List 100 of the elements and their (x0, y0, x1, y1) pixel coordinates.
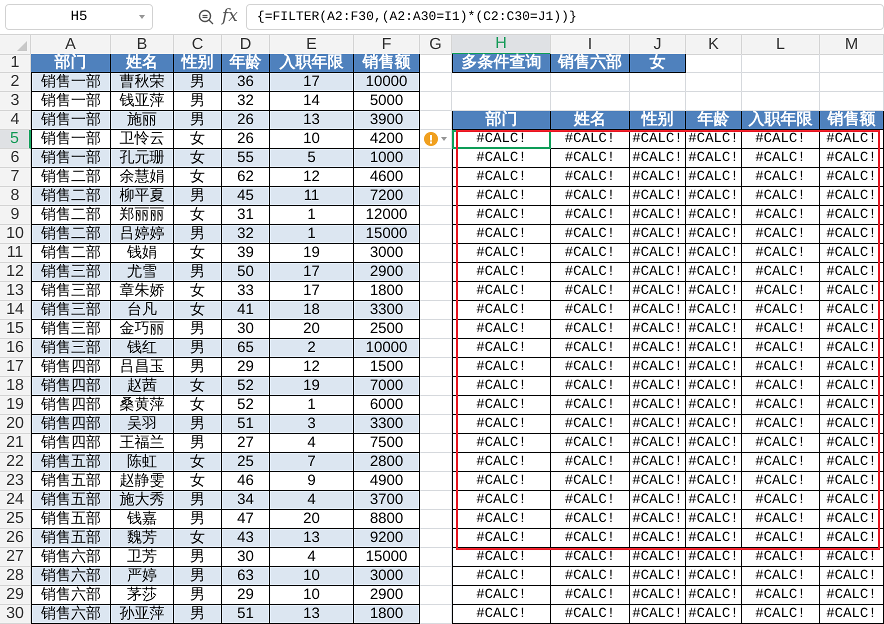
table-cell: 2900 (354, 586, 420, 605)
row-number[interactable]: 12 (0, 263, 31, 282)
table-cell: 王福兰 (111, 434, 174, 453)
row-number[interactable]: 29 (0, 586, 31, 605)
table-cell: 1800 (354, 605, 420, 624)
row-number[interactable]: 28 (0, 567, 31, 586)
column-header[interactable]: K (686, 35, 742, 55)
row-number[interactable]: 23 (0, 472, 31, 491)
row-number[interactable]: 6 (0, 149, 31, 168)
table-cell: #CALC! (452, 149, 551, 168)
row-number[interactable]: 19 (0, 396, 31, 415)
row-number[interactable]: 24 (0, 491, 31, 510)
table-cell: 男 (174, 434, 222, 453)
warning-icon[interactable] (424, 132, 438, 146)
table-cell: #CALC! (742, 206, 820, 225)
table-cell: #CALC! (630, 320, 686, 339)
table-cell: 10000 (354, 73, 420, 92)
column-header[interactable]: A (31, 35, 111, 55)
table-cell: #CALC! (686, 586, 742, 605)
row-number[interactable]: 22 (0, 453, 31, 472)
row-number[interactable]: 18 (0, 377, 31, 396)
table-cell: #CALC! (742, 301, 820, 320)
column-header[interactable]: I (551, 35, 630, 55)
table-cell: #CALC! (686, 415, 742, 434)
table-cell: 钱亚萍 (111, 92, 174, 111)
function-label[interactable]: fx (222, 4, 238, 30)
dropdown-caret-icon[interactable] (139, 15, 145, 19)
table-cell: #CALC! (820, 206, 884, 225)
table-cell: #CALC! (551, 586, 630, 605)
zoom-icon[interactable] (198, 9, 214, 25)
column-header[interactable]: F (354, 35, 420, 55)
row-number[interactable]: 25 (0, 510, 31, 529)
row-number[interactable]: 11 (0, 244, 31, 263)
table-cell: 销售二部 (31, 168, 111, 187)
column-header[interactable]: G (420, 35, 452, 55)
table-cell: 27 (222, 434, 270, 453)
table-cell: #CALC! (742, 377, 820, 396)
row-number[interactable]: 20 (0, 415, 31, 434)
table-cell: 余慧娟 (111, 168, 174, 187)
table-cell: 卫芳 (111, 548, 174, 567)
row-number[interactable]: 9 (0, 206, 31, 225)
table-cell: 9200 (354, 529, 420, 548)
table-cell: 销售四部 (31, 377, 111, 396)
table-cell: 52 (222, 396, 270, 415)
table-cell: 32 (222, 92, 270, 111)
column-header[interactable]: J (630, 35, 686, 55)
column-header[interactable]: M (820, 35, 884, 55)
table-cell: #CALC! (686, 301, 742, 320)
row-number[interactable]: 10 (0, 225, 31, 244)
table-cell: 1500 (354, 358, 420, 377)
name-box[interactable]: H5 (5, 4, 153, 30)
formula-input[interactable]: {=FILTER(A2:F30,(A2:A30=I1)*(C2:C30=J1))} (246, 4, 884, 30)
row-number[interactable]: 16 (0, 339, 31, 358)
row-number[interactable]: 8 (0, 187, 31, 206)
row-number[interactable]: 26 (0, 529, 31, 548)
table-cell: 销售一部 (31, 111, 111, 130)
column-header-cell: 年龄 (222, 54, 270, 73)
row-number[interactable]: 1 (0, 54, 31, 73)
row-number[interactable]: 14 (0, 301, 31, 320)
table-cell: #CALC! (452, 358, 551, 377)
column-header[interactable]: D (222, 35, 270, 55)
row-number[interactable]: 30 (0, 605, 31, 624)
table-cell: #CALC! (742, 263, 820, 282)
table-cell: #CALC! (551, 320, 630, 339)
table-cell: #CALC! (820, 548, 884, 567)
table-cell: #CALC! (630, 567, 686, 586)
row-number[interactable]: 15 (0, 320, 31, 339)
select-all-icon[interactable] (17, 41, 27, 51)
row-number[interactable]: 13 (0, 282, 31, 301)
row-number[interactable]: 21 (0, 434, 31, 453)
row-number[interactable]: 17 (0, 358, 31, 377)
row-number[interactable]: 4 (0, 111, 31, 130)
table-cell: #CALC! (452, 377, 551, 396)
table-cell: 2900 (354, 263, 420, 282)
table-cell: 51 (222, 415, 270, 434)
column-header[interactable]: C (174, 35, 222, 55)
table-cell: #CALC! (452, 529, 551, 548)
table-cell: #CALC! (820, 567, 884, 586)
table-cell: 桑黄萍 (111, 396, 174, 415)
row-number[interactable]: 7 (0, 168, 31, 187)
table-cell: 男 (174, 586, 222, 605)
table-cell: 50 (222, 263, 270, 282)
table-cell: 36 (222, 73, 270, 92)
table-cell: #CALC! (551, 396, 630, 415)
table-cell: 男 (174, 358, 222, 377)
column-header-cell: 入职年限 (742, 111, 820, 130)
column-header[interactable]: L (742, 35, 820, 55)
row-number[interactable]: 3 (0, 92, 31, 111)
empty-cell (630, 73, 686, 92)
table-cell: 女 (174, 244, 222, 263)
table-cell: 13 (270, 605, 354, 624)
row-number[interactable]: 2 (0, 73, 31, 92)
table-cell: 赵静雯 (111, 472, 174, 491)
table-cell: 销售六部 (31, 605, 111, 624)
empty-cell (820, 73, 884, 92)
table-cell: 赵茜 (111, 377, 174, 396)
row-number[interactable]: 27 (0, 548, 31, 567)
column-header[interactable]: B (111, 35, 174, 55)
column-header[interactable]: E (270, 35, 354, 55)
dropdown-caret-icon[interactable] (441, 137, 447, 141)
